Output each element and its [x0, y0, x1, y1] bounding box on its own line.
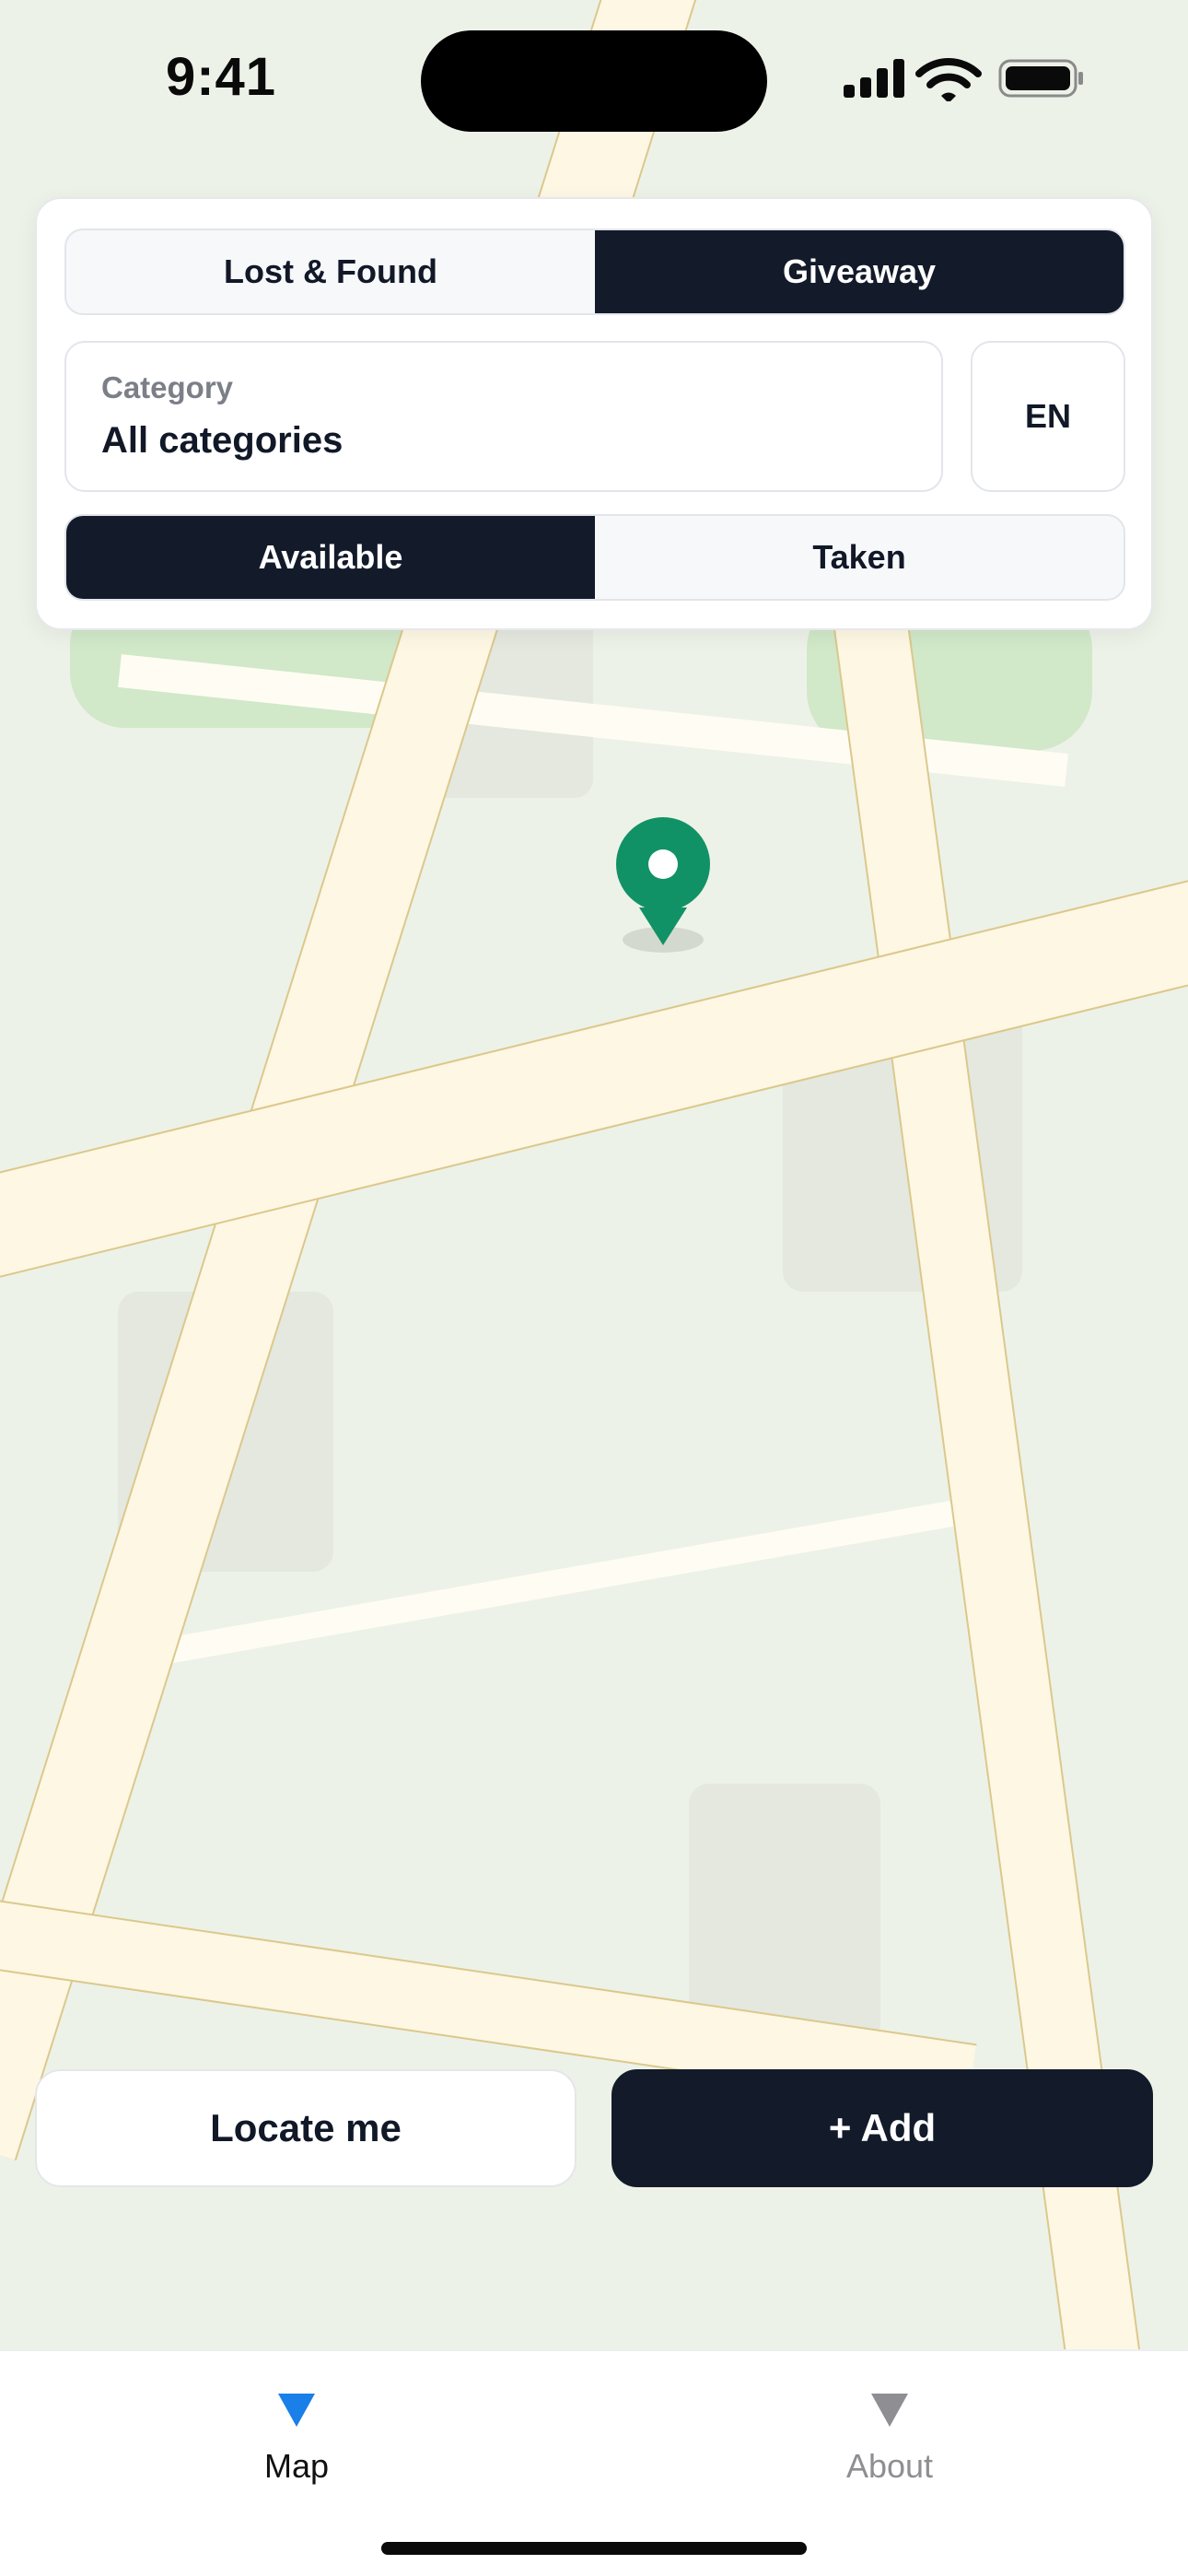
filter-card: Lost & Found Giveaway Category All categ…: [35, 197, 1153, 630]
tab-map[interactable]: Map: [158, 2379, 435, 2499]
status-icons: [844, 58, 1083, 101]
language-button[interactable]: EN: [971, 341, 1125, 492]
tab-available[interactable]: Available: [66, 516, 595, 599]
status-segmented-control: Available Taken: [64, 514, 1125, 601]
category-label: Category: [101, 370, 234, 404]
app-screen: 9:41 Lost & Found Giveaway Category All …: [0, 0, 1188, 2576]
status-bar: 9:41: [0, 0, 1188, 157]
cellular-signal-icon: [844, 59, 904, 98]
mode-segmented-control: Lost & Found Giveaway: [64, 228, 1125, 315]
map-block: [689, 1784, 880, 2043]
tab-about[interactable]: About: [751, 2379, 1028, 2499]
triangle-down-icon: [278, 2394, 315, 2427]
tab-map-label: Map: [263, 2447, 330, 2485]
locate-me-button[interactable]: Locate me: [35, 2069, 577, 2187]
triangle-down-icon: [871, 2394, 908, 2427]
category-value: All categories: [101, 420, 344, 461]
tab-giveaway[interactable]: Giveaway: [595, 230, 1124, 313]
status-time: 9:41: [165, 47, 277, 107]
tab-lost-found[interactable]: Lost & Found: [66, 230, 595, 313]
dynamic-island: [421, 30, 767, 132]
add-button[interactable]: + Add: [611, 2069, 1153, 2187]
category-select[interactable]: Category All categories: [64, 341, 943, 492]
tab-about-label: About: [845, 2447, 934, 2485]
tab-taken[interactable]: Taken: [595, 516, 1124, 599]
map-pin[interactable]: [616, 817, 710, 953]
home-indicator: [381, 2542, 807, 2555]
battery-icon: [998, 59, 1083, 98]
wifi-icon: [915, 58, 982, 101]
